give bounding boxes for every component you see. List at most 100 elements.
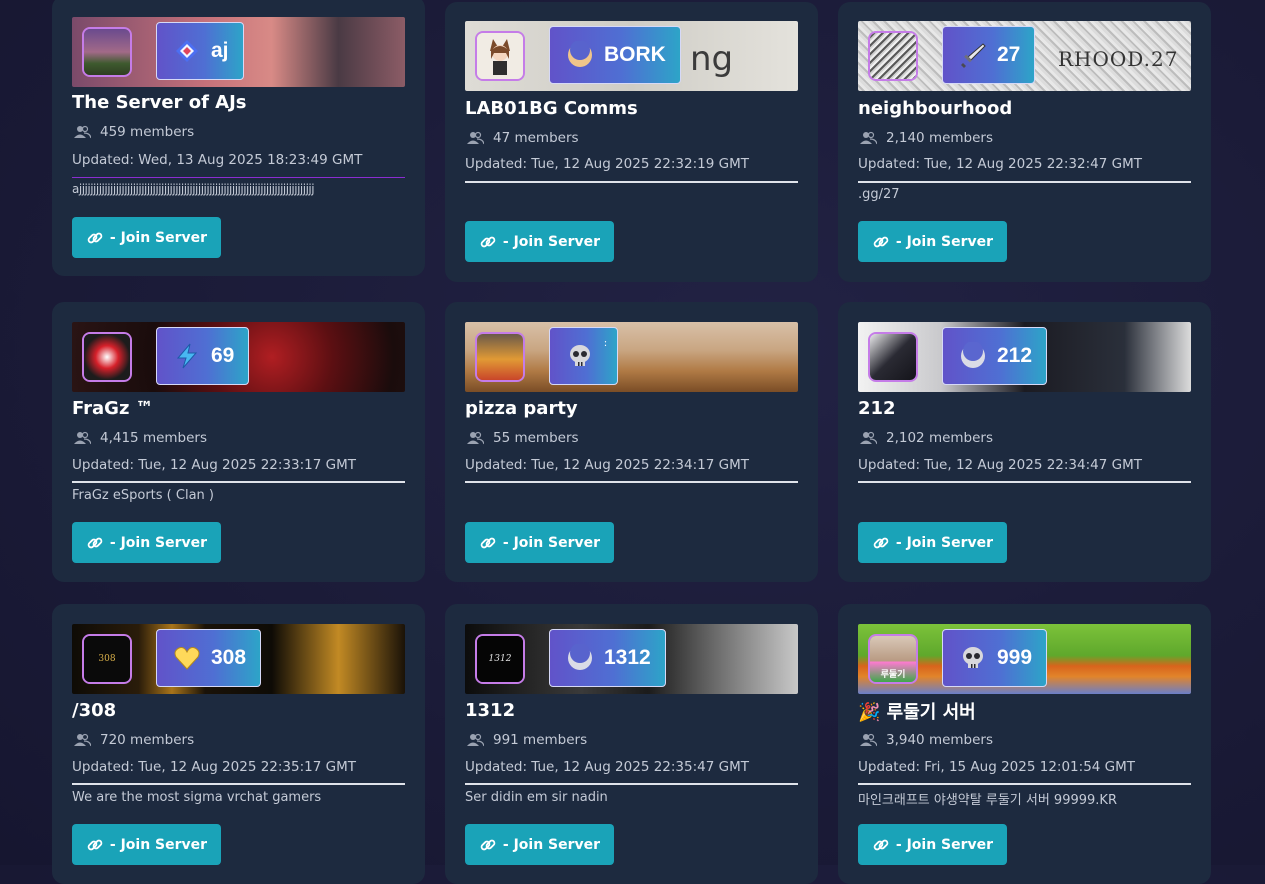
server-avatar <box>475 332 525 382</box>
join-server-button[interactable]: - Join Server <box>72 824 221 865</box>
server-tag: aj <box>156 22 244 80</box>
divider <box>465 181 798 183</box>
skull-icon <box>566 342 594 370</box>
join-server-button[interactable]: - Join Server <box>72 217 221 258</box>
crescent-icon <box>959 342 987 370</box>
member-count: 991 members <box>467 732 587 748</box>
server-name: 1312 <box>465 700 516 721</box>
updated-timestamp: Updated: Tue, 12 Aug 2025 22:32:47 GMT <box>858 156 1142 172</box>
join-server-button[interactable]: - Join Server <box>858 824 1007 865</box>
members-icon <box>74 431 91 445</box>
join-server-button[interactable]: - Join Server <box>858 221 1007 262</box>
server-avatar: 루둘기 <box>868 634 918 684</box>
banner-graffiti-text: ng <box>690 39 734 79</box>
join-server-button[interactable]: - Join Server <box>465 221 614 262</box>
member-count-text: 47 members <box>493 130 579 146</box>
server-card: ː pizza party 55 members Updated: Tue, 1… <box>445 302 818 582</box>
server-tag: BORK <box>549 26 681 84</box>
join-server-label: - Join Server <box>895 836 994 853</box>
member-count: 459 members <box>74 124 194 140</box>
link-icon <box>87 537 103 548</box>
server-tag: 212 <box>942 327 1048 385</box>
member-count: 4,415 members <box>74 430 207 446</box>
server-avatar <box>82 332 132 382</box>
updated-timestamp: Updated: Tue, 12 Aug 2025 22:34:47 GMT <box>858 457 1142 473</box>
server-tag-label: 69 <box>211 344 235 367</box>
join-server-label: - Join Server <box>502 233 601 250</box>
server-description: ajjjjjjjjjjjjjjjjjjjjjjjjjjjjjjjjjjjjjjj… <box>72 182 315 196</box>
join-server-label: - Join Server <box>502 836 601 853</box>
banner-text: RHOOD.27 <box>1058 47 1179 71</box>
members-icon <box>74 125 91 139</box>
server-banner: 308 308 <box>72 624 405 694</box>
server-card: 308 308 /308 720 members Updated: Tue, 1… <box>52 604 425 884</box>
server-tag: 27 <box>942 26 1036 84</box>
member-count: 55 members <box>467 430 579 446</box>
server-name: 🎉 루둘기 서버 <box>858 702 976 723</box>
link-icon <box>873 537 889 548</box>
join-server-label: - Join Server <box>109 534 208 551</box>
server-card: 212 212 2,102 members Updated: Tue, 12 A… <box>838 302 1211 582</box>
server-name: neighbourhood <box>858 98 1013 119</box>
server-banner: 69 <box>72 322 405 392</box>
server-banner: ng BORK <box>465 21 798 91</box>
divider <box>72 783 405 785</box>
join-server-label: - Join Server <box>109 229 208 246</box>
server-banner: aj <box>72 17 405 87</box>
server-tag-label: 212 <box>997 344 1033 367</box>
join-server-button[interactable]: - Join Server <box>465 522 614 563</box>
member-count: 2,102 members <box>860 430 993 446</box>
server-tag-label: 999 <box>997 646 1033 669</box>
crescent-icon <box>566 644 594 672</box>
member-count: 2,140 members <box>860 130 993 146</box>
anime-girl-icon <box>490 39 510 75</box>
server-avatar <box>868 332 918 382</box>
link-icon <box>480 537 496 548</box>
server-tag-label: aj <box>211 39 229 62</box>
server-tag-label: 1312 <box>604 646 651 669</box>
server-tag: 69 <box>156 327 250 385</box>
server-card: RHOOD.27 27 neighbourhood 2,140 members … <box>838 2 1211 282</box>
avatar-label: 1312 <box>488 654 512 664</box>
join-server-button[interactable]: - Join Server <box>858 522 1007 563</box>
updated-timestamp: Updated: Tue, 12 Aug 2025 22:32:19 GMT <box>465 156 749 172</box>
server-description: We are the most sigma vrchat gamers <box>72 790 322 805</box>
members-icon <box>860 431 877 445</box>
server-avatar: 308 <box>82 634 132 684</box>
member-count-text: 2,140 members <box>886 130 994 146</box>
join-server-button[interactable]: - Join Server <box>465 824 614 865</box>
divider <box>72 177 405 178</box>
members-icon <box>467 733 484 747</box>
member-count-text: 55 members <box>493 430 579 446</box>
server-card: aj The Server of AJs 459 members Updated… <box>52 0 425 276</box>
lightning-icon <box>173 342 201 370</box>
server-avatar: 1312 <box>475 634 525 684</box>
server-card: 1312 1312 1312 991 members Updated: Tue,… <box>445 604 818 884</box>
divider <box>858 481 1191 483</box>
members-icon <box>467 431 484 445</box>
heart-icon <box>173 644 201 672</box>
divider <box>858 783 1191 785</box>
join-server-label: - Join Server <box>109 836 208 853</box>
server-tag: 308 <box>156 629 262 687</box>
sword-icon <box>959 41 987 69</box>
updated-timestamp: Updated: Tue, 12 Aug 2025 22:35:17 GMT <box>72 759 356 775</box>
skull-icon <box>959 644 987 672</box>
avatar-label: 루둘기 <box>880 669 906 680</box>
link-icon <box>480 839 496 850</box>
updated-timestamp: Updated: Tue, 12 Aug 2025 22:34:17 GMT <box>465 457 749 473</box>
server-banner: RHOOD.27 27 <box>858 21 1191 91</box>
server-avatar <box>868 31 918 81</box>
link-icon <box>87 232 103 243</box>
diamond-sparkle-icon <box>173 37 201 65</box>
members-icon <box>860 733 877 747</box>
server-name: The Server of AJs <box>72 92 247 113</box>
server-card: ng BORK LAB01BG Comms 47 members Updated… <box>445 2 818 282</box>
member-count: 720 members <box>74 732 194 748</box>
server-tag-label: BORK <box>604 43 666 66</box>
divider <box>465 783 798 785</box>
server-card: 69 FraGz ™ 4,415 members Updated: Tue, 1… <box>52 302 425 582</box>
join-server-button[interactable]: - Join Server <box>72 522 221 563</box>
members-icon <box>860 131 877 145</box>
member-count-text: 459 members <box>100 124 195 140</box>
